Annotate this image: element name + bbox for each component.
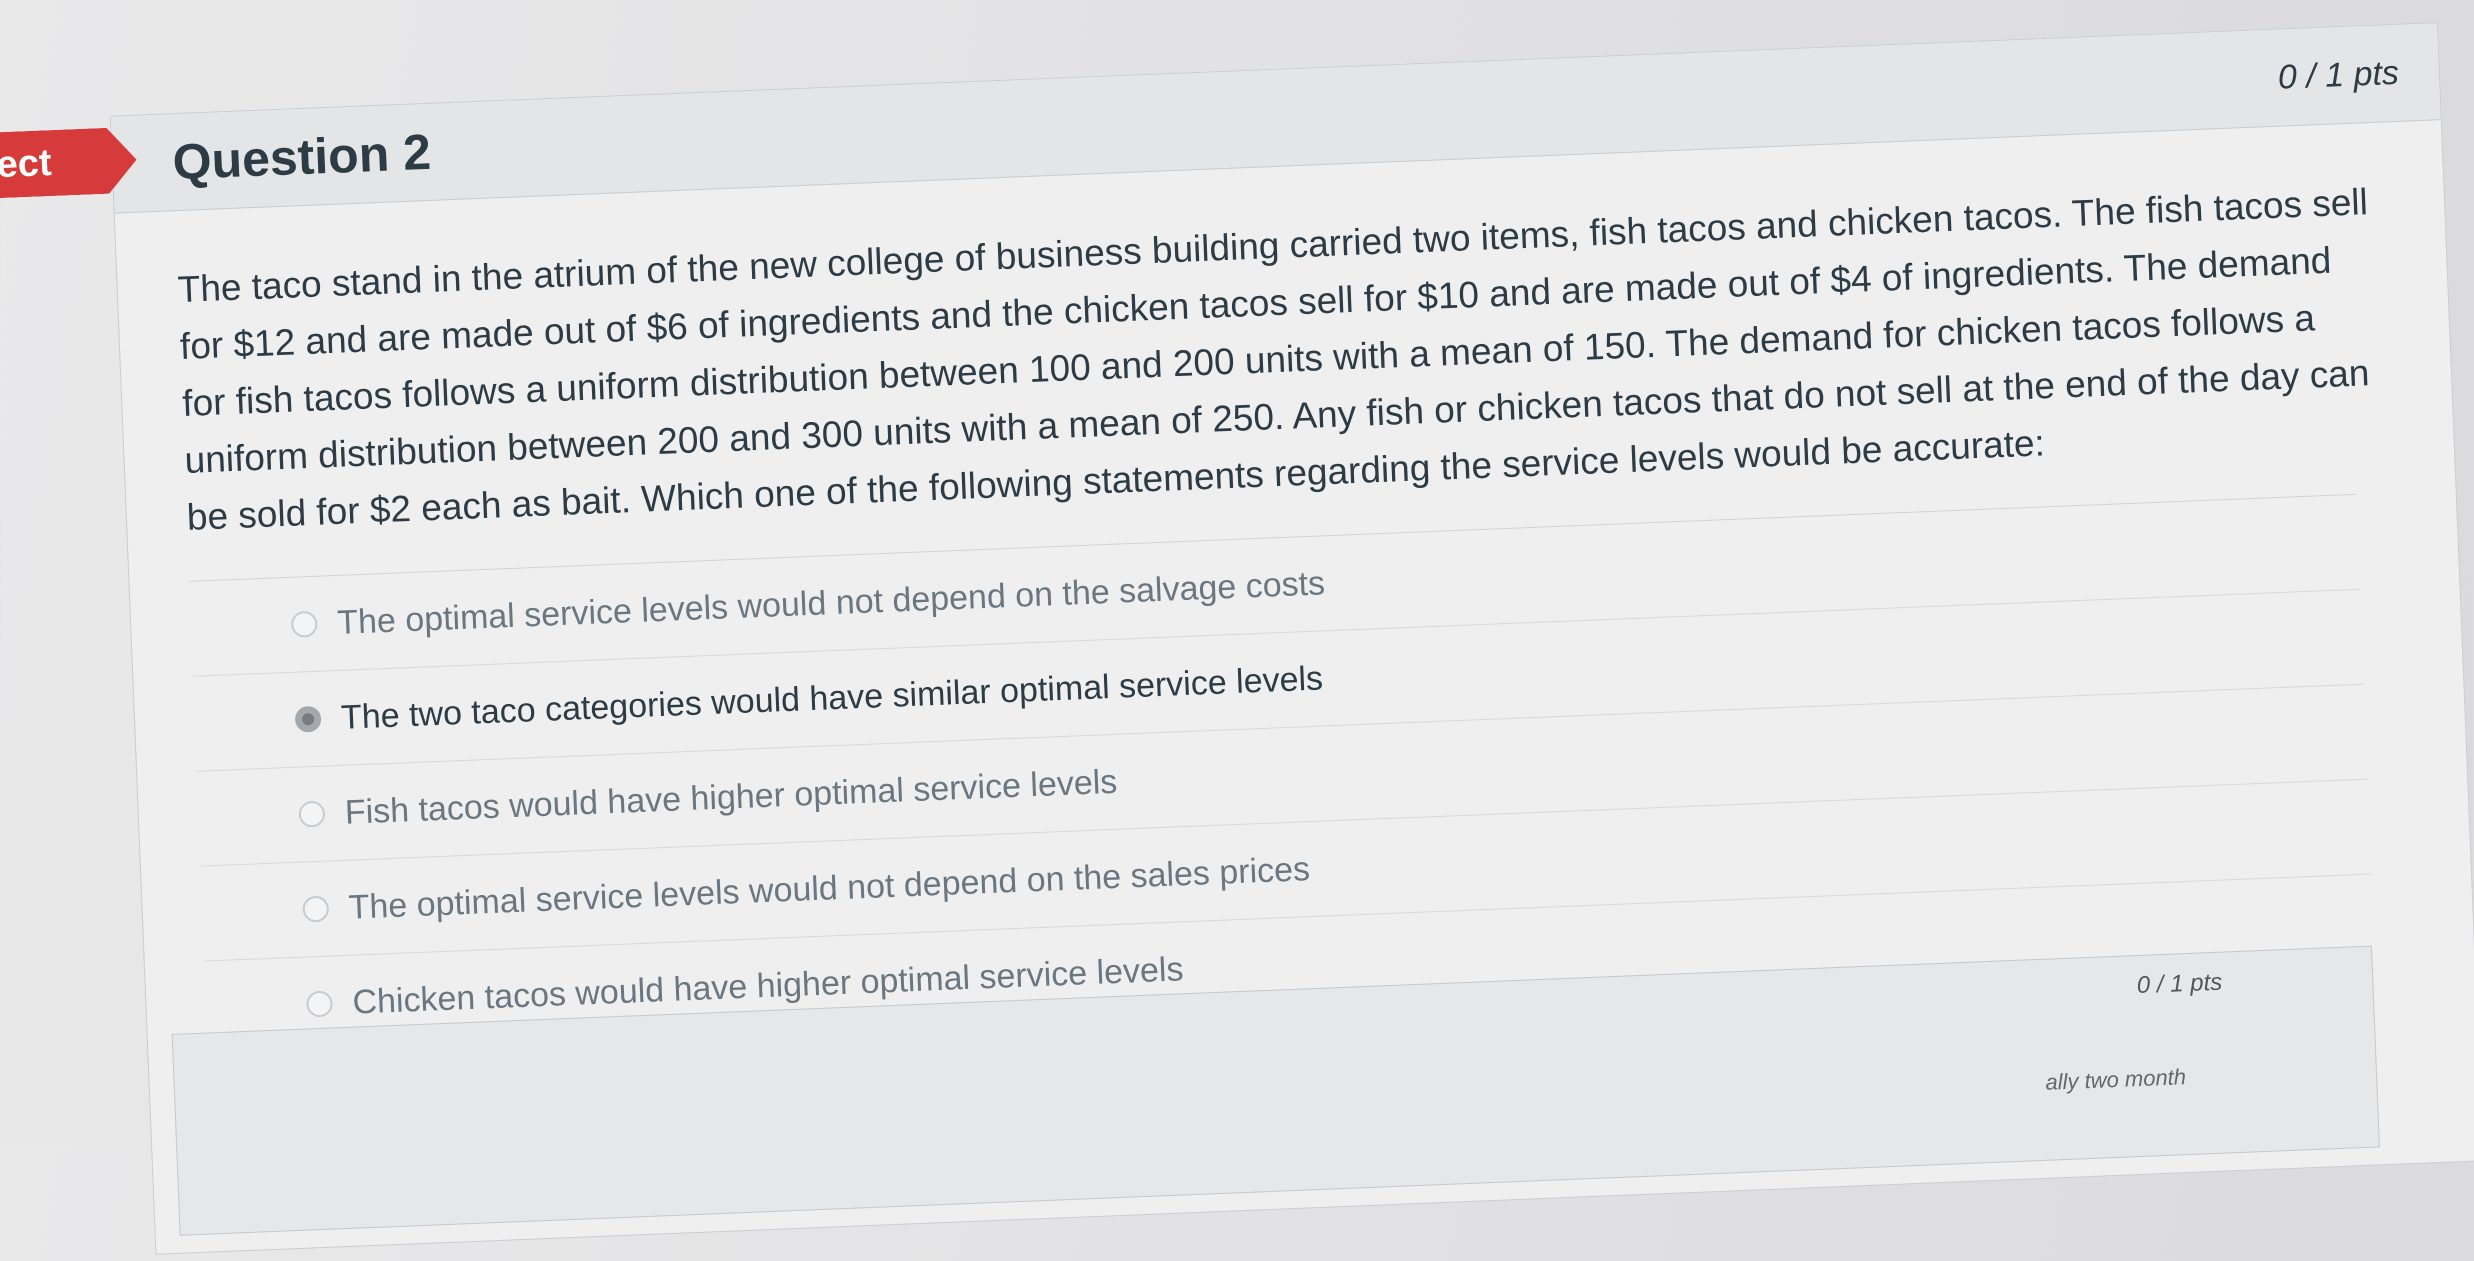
radio-button[interactable] bbox=[306, 990, 334, 1018]
radio-button-selected[interactable] bbox=[294, 705, 322, 733]
next-question-points: 0 / 1 pts bbox=[2136, 968, 2223, 1000]
quiz-page: Question 2 0 / 1 pts The taco stand in t… bbox=[0, 0, 2474, 1255]
answer-label: Fish tacos would have higher optimal ser… bbox=[344, 762, 1118, 832]
answer-label: The two taco categories would have simil… bbox=[340, 658, 1324, 737]
question-text: The taco stand in the atrium of the new … bbox=[176, 181, 2371, 538]
next-question-text: ally two month bbox=[2044, 1064, 2187, 1095]
incorrect-flag-label: ect bbox=[0, 141, 53, 186]
answer-label: The optimal service levels would not dep… bbox=[336, 563, 1326, 642]
question-body: The taco stand in the atrium of the new … bbox=[115, 120, 2474, 1059]
radio-button[interactable] bbox=[290, 610, 318, 638]
question-title: Question 2 bbox=[171, 123, 432, 191]
radio-button[interactable] bbox=[298, 800, 326, 828]
radio-button[interactable] bbox=[302, 895, 330, 923]
question-points: 0 / 1 pts bbox=[2277, 53, 2400, 97]
answer-label: The optimal service levels would not dep… bbox=[347, 849, 1311, 927]
